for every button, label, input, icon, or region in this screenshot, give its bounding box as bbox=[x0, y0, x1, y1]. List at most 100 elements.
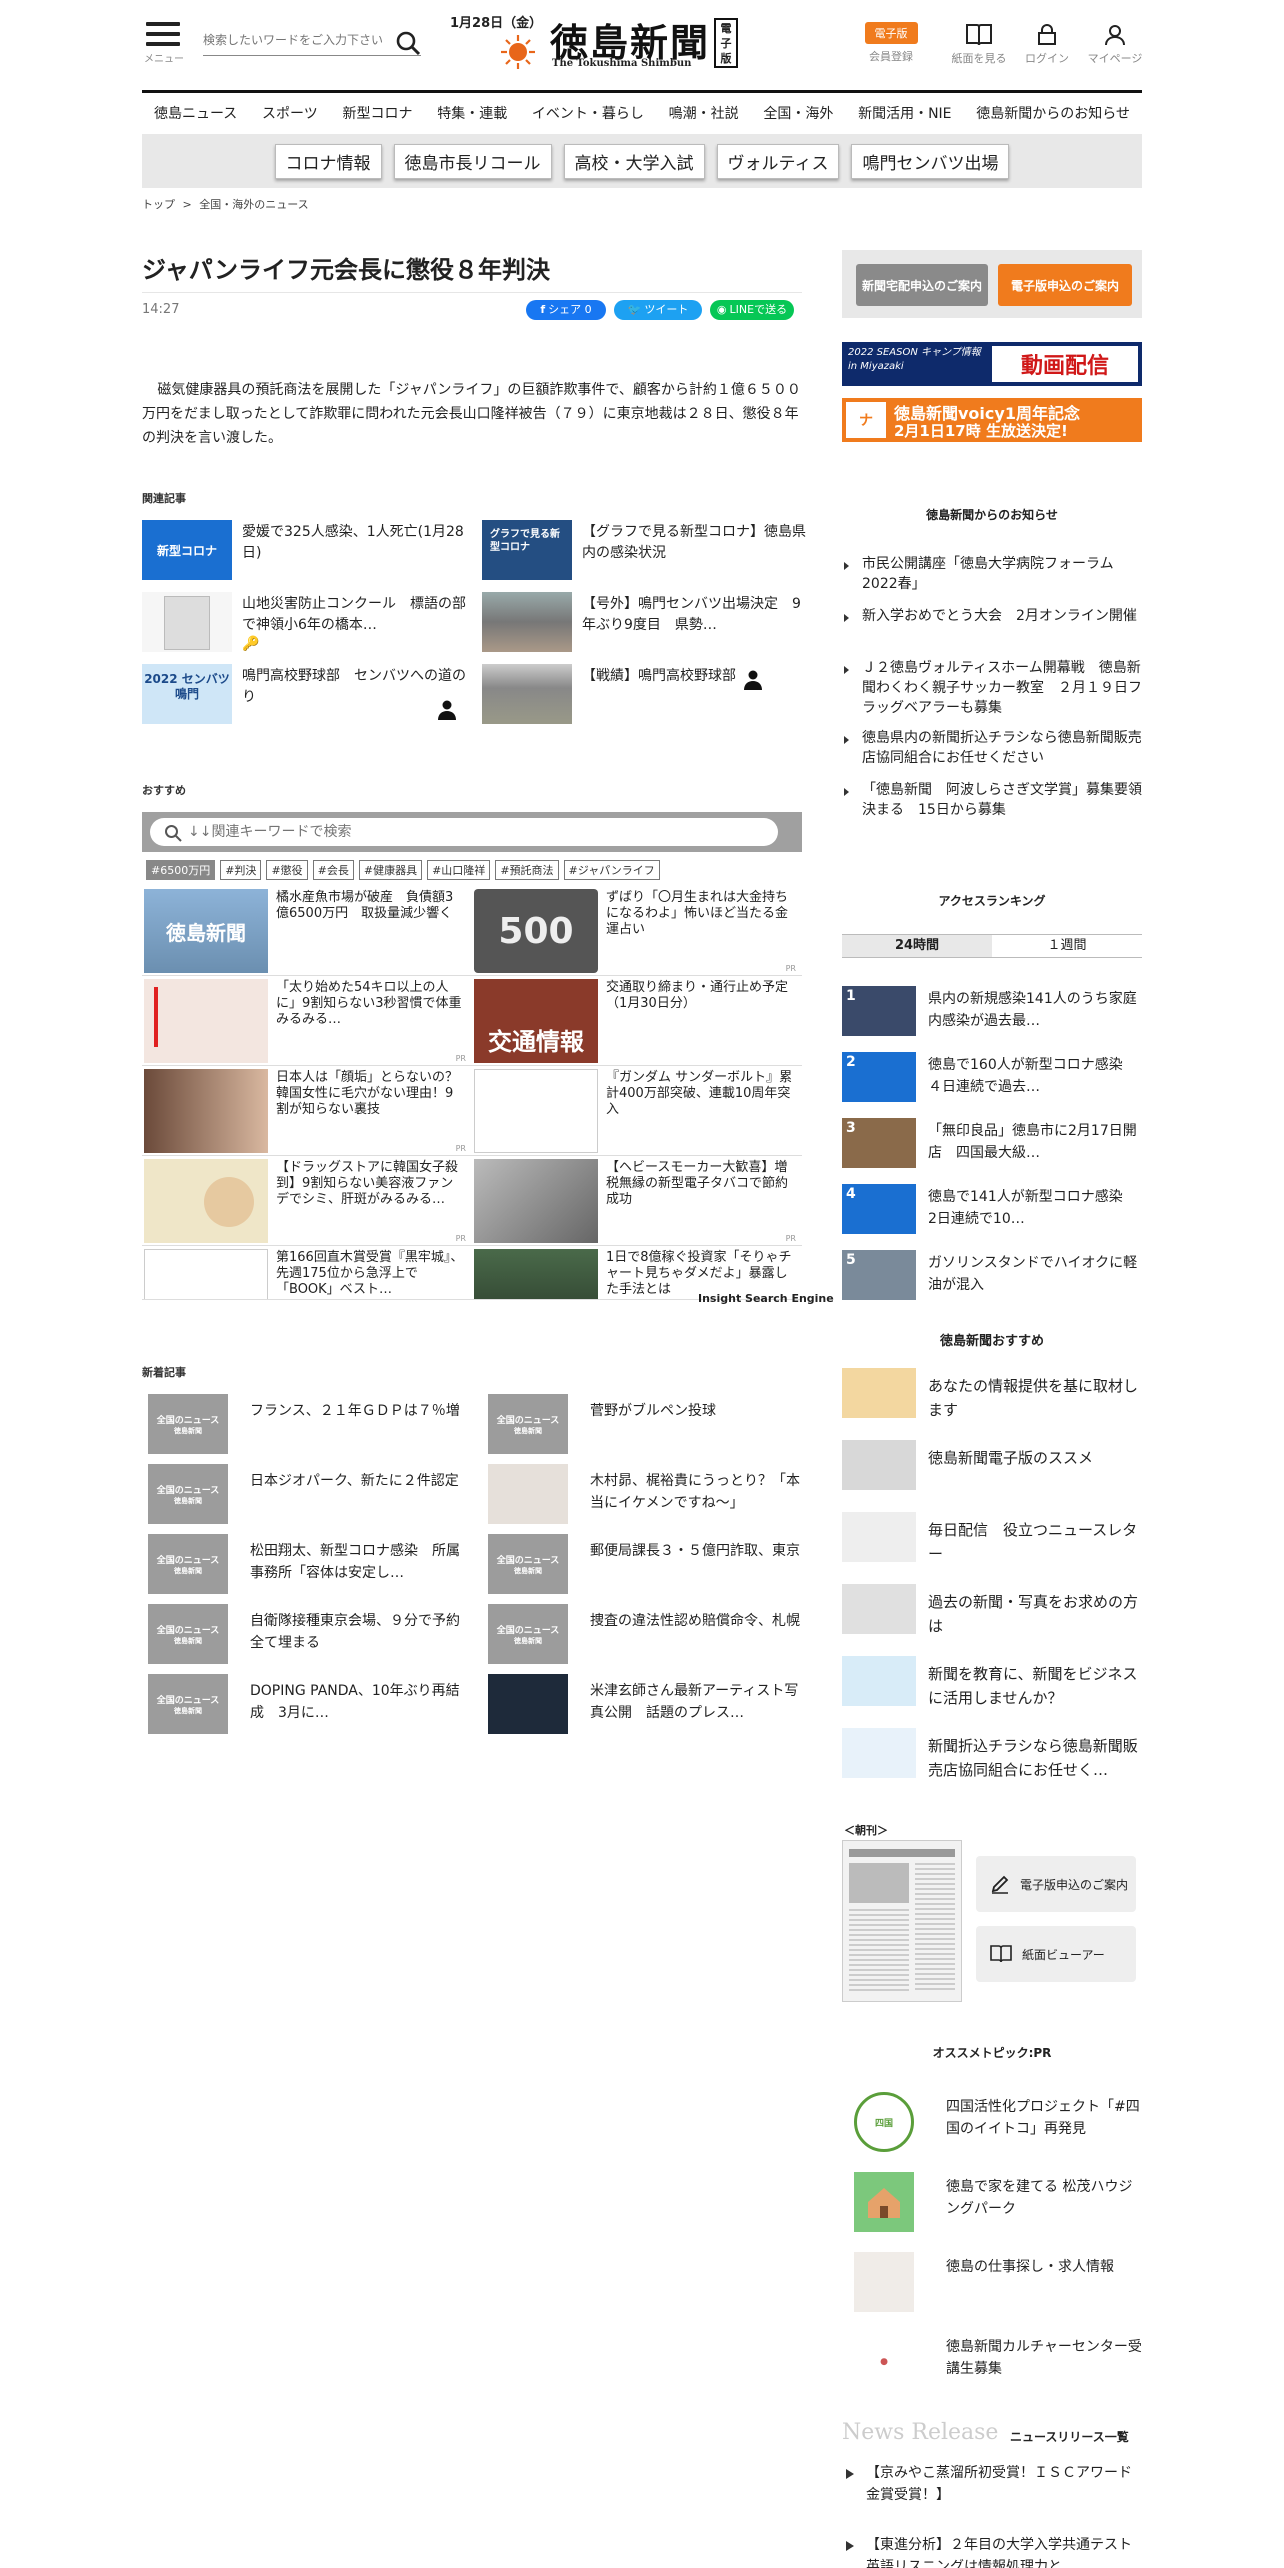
notice-item[interactable]: 徳島県内の新聞折込チラシなら徳島新聞販売店協同組合にお任せください bbox=[842, 728, 1142, 768]
related-item[interactable]: 【戦績】鳴門高校野球部 bbox=[482, 664, 812, 726]
ranking-item[interactable]: 2 徳島で160人が新型コロナ感染 ４日連続で過去… bbox=[842, 1052, 1142, 1108]
breadcrumb-current[interactable]: 全国・海外のニュース bbox=[199, 198, 308, 211]
latest-news-item[interactable]: 全国のニュース 徳島新聞 松田翔太、新型コロナ感染 所属事務所「容体は安定し… bbox=[142, 1528, 472, 1598]
keyword-tag[interactable]: #健康器具 bbox=[358, 860, 423, 880]
site-logo[interactable]: 徳島新聞 The Tokushima Shimbun 電子版 bbox=[500, 10, 740, 70]
pr-item[interactable]: 徳島の仕事探し・求人情報 bbox=[842, 2244, 1142, 2314]
nav-item-sports[interactable]: スポーツ bbox=[262, 103, 318, 123]
topic-senbatsu[interactable]: 鳴門センバツ出場 bbox=[851, 143, 1010, 179]
nav-item-covid[interactable]: 新型コロナ bbox=[342, 103, 412, 123]
tab-1week[interactable]: １週間 bbox=[992, 935, 1142, 957]
latest-news-text: 菅野がブルペン投球 bbox=[590, 1403, 716, 1419]
facebook-share-label: シェア 0 bbox=[548, 303, 592, 316]
related-item[interactable]: 新型コロナ 愛媛で325人感染、1人死亡(1月28日) bbox=[142, 520, 472, 582]
latest-news-item[interactable]: 全国のニュース 徳島新聞 捜査の違法性認め賠償命令、札幌 bbox=[482, 1598, 812, 1668]
keyword-tag[interactable]: #預託商法 bbox=[495, 860, 559, 880]
related-item[interactable]: 2022 センバツ 鳴門 鳴門高校野球部 センバツへの道のり bbox=[142, 664, 472, 726]
search-engine-credit[interactable]: Insight Search Engine bbox=[698, 1292, 834, 1305]
notice-item[interactable]: Ｊ２徳島ヴォルティスホーム開幕戦 徳島新聞わくわく親子サッカー教室 ２月１９日フ… bbox=[842, 658, 1142, 718]
recommend-item[interactable]: 日本人は「顔垢」とらないの？韓国女性に毛穴がない理由！9割が知らない裏技 PR bbox=[142, 1066, 472, 1156]
news-release-item[interactable]: 【京みやこ蒸溜所初受賞！ＩＳＣアワード金賞受賞！】 bbox=[842, 2462, 1142, 2506]
keyword-tag[interactable]: #6500万円 bbox=[146, 860, 216, 880]
login-button[interactable]: ログイン bbox=[1012, 20, 1082, 66]
home-delivery-button[interactable]: 新聞宅配申込のご案内 bbox=[856, 264, 988, 306]
latest-news-item[interactable]: 米津玄師さん最新アーティスト写真公開 話題のプレス… bbox=[482, 1668, 812, 1738]
keyword-tag[interactable]: #懲役 bbox=[266, 860, 308, 880]
keyword-tag[interactable]: #判決 bbox=[220, 860, 262, 880]
nav-item-editorial[interactable]: 鳴潮・社説 bbox=[669, 103, 739, 123]
ranking-item[interactable]: 4 徳島で141人が新型コロナ感染 2日連続で10… bbox=[842, 1184, 1142, 1240]
latest-news-item[interactable]: 全国のニュース 徳島新聞 フランス、２１年ＧＤＰは７％増 bbox=[142, 1388, 472, 1458]
search-icon[interactable] bbox=[395, 30, 421, 56]
tab-24h[interactable]: 24時間 bbox=[842, 935, 992, 957]
line-share-button[interactable]: ◉ LINEで送る bbox=[710, 300, 794, 320]
keyword-tag[interactable]: #山口隆祥 bbox=[427, 860, 491, 880]
ranking-item[interactable]: 1 県内の新規感染141人のうち家庭内感染が過去最… bbox=[842, 986, 1142, 1042]
recommend-item[interactable]: 500 ずばり「〇月生まれは大金持ちになるわよ」怖いほど当たる金運占い PR bbox=[472, 886, 802, 976]
topic-covid[interactable]: コロナ情報 bbox=[274, 143, 382, 179]
notice-item[interactable]: 新入学おめでとう大会 2月オンライン開催 bbox=[842, 606, 1142, 626]
ranking-item[interactable]: 3 「無印良品」徳島市に2月17日開店 四国最大級… bbox=[842, 1118, 1142, 1174]
digital-info-button[interactable]: 電子版申込のご案内 bbox=[976, 1856, 1136, 1912]
notice-item[interactable]: 「徳島新聞 阿波しらさぎ文学賞」募集要領決まる 15日から募集 bbox=[842, 780, 1142, 820]
topic-vortis[interactable]: ヴォルティス bbox=[716, 143, 840, 179]
nav-item-features[interactable]: 特集・連載 bbox=[437, 103, 507, 123]
osusume-item[interactable]: 毎日配信 役立つニュースレター bbox=[842, 1512, 1142, 1568]
breadcrumb-home[interactable]: トップ bbox=[142, 198, 175, 211]
vortis-banner[interactable]: 2022 SEASON キャンプ情報 in Miyazaki 動画配信 bbox=[842, 342, 1142, 386]
latest-news-item[interactable]: 全国のニュース 徳島新聞 自衛隊接種東京会場、９分で予約全て埋まる bbox=[142, 1598, 472, 1668]
news-release-item[interactable]: 【東進分析】２年目の大学入学共通テスト 英語リスニングは情報処理力と… bbox=[842, 2534, 1142, 2568]
latest-news-item[interactable]: 全国のニュース 徳島新聞 DOPING PANDA、10年ぶり再結成 3月に… bbox=[142, 1668, 472, 1738]
ranking-item[interactable]: 5 ガソリンスタンドでハイオクに軽油が混入 bbox=[842, 1250, 1142, 1306]
recommend-item[interactable]: 【ヘビースモーカー大歓喜】増税無縁の新型電子タバコで節約成功 PR bbox=[472, 1156, 802, 1246]
notice-item[interactable]: 市民公開講座「徳島大学病院フォーラム2022春」 bbox=[842, 554, 1142, 594]
digital-info-label: 電子版申込のご案内 bbox=[1020, 1877, 1129, 1892]
nav-item-national[interactable]: 全国・海外 bbox=[763, 103, 833, 123]
osusume-item[interactable]: 過去の新聞・写真をお求めの方は bbox=[842, 1584, 1142, 1640]
view-paper-button[interactable]: 紙面を見る bbox=[944, 20, 1014, 66]
paper-thumbnail[interactable] bbox=[842, 1840, 962, 2002]
pr-item[interactable]: 四国 四国活性化プロジェクト「#四国のイイトコ」再発見 bbox=[842, 2084, 1142, 2154]
member-register-button[interactable]: 電子版 会員登録 bbox=[856, 22, 926, 64]
pr-item[interactable]: 徳島で家を建てる 松茂ハウジングパーク bbox=[842, 2164, 1142, 2234]
facebook-share-button[interactable]: f シェア 0 bbox=[526, 300, 606, 320]
digital-subscribe-button[interactable]: 電子版申込のご案内 bbox=[998, 264, 1132, 306]
pr-text: 四国活性化プロジェクト「#四国のイイトコ」再発見 bbox=[946, 2099, 1140, 2137]
related-item[interactable]: 【号外】鳴門センバツ出場決定 9年ぶり9度目 県勢… bbox=[482, 592, 812, 654]
keyword-tag[interactable]: #ジャパンライフ bbox=[563, 860, 660, 880]
recommend-item[interactable]: 【ドラッグストアに韓国女子殺到】9割知らない美容液ファンデでシミ、肝斑がみるみる… bbox=[142, 1156, 472, 1246]
osusume-item[interactable]: 新聞折込チラシなら徳島新聞販売店協同組合にお任せく… bbox=[842, 1728, 1142, 1784]
topic-recall[interactable]: 徳島市長リコール bbox=[393, 143, 552, 179]
osusume-item[interactable]: 徳島新聞電子版のススメ bbox=[842, 1440, 1142, 1496]
recommend-item[interactable]: 「太り始めた54キロ以上の人に」9割知らない3秒習慣で体重みるみる… PR bbox=[142, 976, 472, 1066]
recommend-item[interactable]: 『ガンダム サンダーボルト』累計400万部突破、連載10周年突入 bbox=[472, 1066, 802, 1156]
latest-news-item[interactable]: 木村昴、梶裕貴にうっとり？「本当にイケメンですね～」 bbox=[482, 1458, 812, 1528]
latest-news-item[interactable]: 全国のニュース 徳島新聞 郵便局課長３・５億円詐取、東京 bbox=[482, 1528, 812, 1598]
recommend-item[interactable]: 交通情報 交通取り締まり・通行止め予定（1月30日分） bbox=[472, 976, 802, 1066]
menu-button[interactable] bbox=[146, 22, 180, 52]
search-input[interactable] bbox=[203, 26, 383, 54]
nav-item-events[interactable]: イベント・暮らし bbox=[532, 103, 644, 123]
nav-item-notices[interactable]: 徳島新聞からのお知らせ bbox=[976, 103, 1130, 123]
recommend-search-input[interactable] bbox=[150, 818, 778, 846]
related-item[interactable]: グラフで見る新型コロナ 【グラフで見る新型コロナ】徳島県内の感染状況 bbox=[482, 520, 812, 582]
mypage-button[interactable]: マイページ bbox=[1080, 20, 1150, 66]
paper-viewer-button[interactable]: 紙面ビューアー bbox=[976, 1926, 1136, 1982]
voicy-banner[interactable]: ナ 徳島新聞voicy1周年記念 2月1日17時 生放送決定! bbox=[842, 398, 1142, 442]
pr-item[interactable]: ● 徳島新聞カルチャーセンター受講生募集 bbox=[842, 2324, 1142, 2394]
osusume-item[interactable]: あなたの情報提供を基に取材します bbox=[842, 1368, 1142, 1424]
osusume-item[interactable]: 新聞を教育に、新聞をビジネスに活用しませんか？ bbox=[842, 1656, 1142, 1712]
recommend-item[interactable]: 徳島新聞 橘水産魚市場が破産 負債額3億6500万円 取扱量減少響く bbox=[142, 886, 472, 976]
recommend-item[interactable]: 第166回直木賞受賞『黒牢城』、先週175位から急浮上で「BOOK」ベスト… bbox=[142, 1246, 472, 1300]
keyword-tag[interactable]: #会長 bbox=[312, 860, 354, 880]
nav-item-tokushima[interactable]: 徳島ニュース bbox=[154, 103, 237, 123]
related-item[interactable]: 山地災害防止コンクール 標語の部で神領小6年の橋本… 🔑 bbox=[142, 592, 472, 654]
nav-item-nie[interactable]: 新聞活用・NIE bbox=[858, 103, 951, 123]
topic-exam[interactable]: 高校・大学入試 bbox=[563, 143, 705, 179]
latest-news-item[interactable]: 全国のニュース 徳島新聞 菅野がブルペン投球 bbox=[482, 1388, 812, 1458]
news-release-link[interactable]: ニュースリリース一覧 bbox=[1010, 2428, 1129, 2445]
thumb-sublabel: 徳島新聞 bbox=[174, 1496, 202, 1505]
latest-news-item[interactable]: 全国のニュース 徳島新聞 日本ジオパーク、新たに２件認定 bbox=[142, 1458, 472, 1528]
twitter-share-button[interactable]: 🐦 ツイート bbox=[614, 300, 702, 320]
ranking-number: 2 bbox=[846, 1054, 856, 1070]
